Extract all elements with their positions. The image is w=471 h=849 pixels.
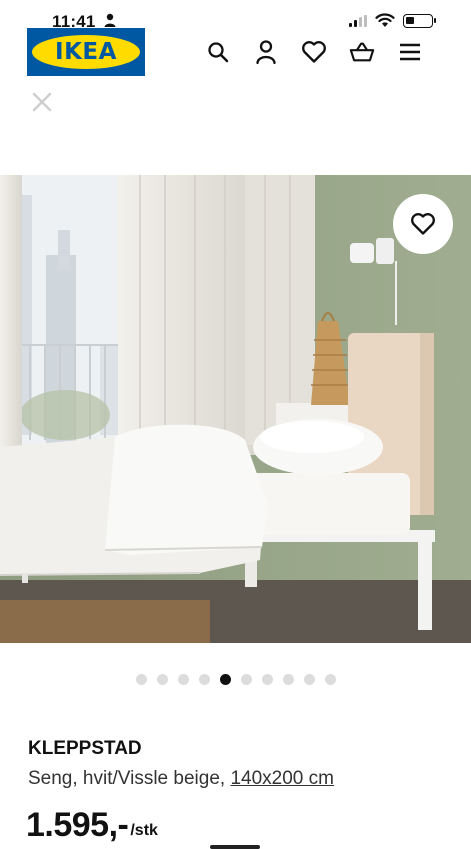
heart-icon[interactable] xyxy=(301,38,327,66)
favorite-button[interactable] xyxy=(393,194,453,254)
price-value: 1.595,- xyxy=(26,806,129,844)
logo-oval: IKEA xyxy=(32,35,140,69)
wifi-icon xyxy=(375,13,395,27)
product-description-text: Seng, hvit/Vissle beige, xyxy=(28,768,231,789)
person-icon xyxy=(104,13,116,27)
heart-icon xyxy=(411,213,435,235)
bottom-indicator xyxy=(210,845,260,849)
product-size-link[interactable]: 140x200 cm xyxy=(230,768,334,789)
carousel-dot[interactable] xyxy=(324,674,336,685)
search-icon[interactable] xyxy=(205,38,231,66)
menu-icon[interactable] xyxy=(397,38,423,66)
ikea-logo[interactable]: IKEA xyxy=(27,28,145,76)
price-unit: /stk xyxy=(130,822,158,839)
carousel-dot[interactable] xyxy=(282,674,294,685)
status-indicators xyxy=(349,13,436,28)
product-image[interactable] xyxy=(0,175,471,643)
bed-photo xyxy=(0,175,471,643)
carousel-dot[interactable] xyxy=(219,674,231,685)
product-price: 1.595,- /stk xyxy=(26,806,158,845)
carousel-dot[interactable] xyxy=(261,674,273,685)
account-icon[interactable] xyxy=(253,38,279,66)
battery-icon xyxy=(403,13,436,28)
carousel-dot[interactable] xyxy=(135,674,147,685)
logo-text: IKEA xyxy=(55,39,117,65)
signal-icon xyxy=(349,14,367,27)
header-nav xyxy=(205,38,423,66)
carousel-dots xyxy=(0,674,471,685)
carousel-dot[interactable] xyxy=(303,674,315,685)
carousel-dot[interactable] xyxy=(177,674,189,685)
close-icon[interactable] xyxy=(30,90,54,114)
carousel-dot[interactable] xyxy=(198,674,210,685)
product-name: KLEPPSTAD xyxy=(28,738,142,759)
carousel-dot[interactable] xyxy=(240,674,252,685)
status-bar: 11:41 xyxy=(0,0,471,31)
carousel-dot[interactable] xyxy=(156,674,168,685)
basket-icon[interactable] xyxy=(349,38,375,66)
product-description: Seng, hvit/Vissle beige, 140x200 cm xyxy=(28,768,334,790)
